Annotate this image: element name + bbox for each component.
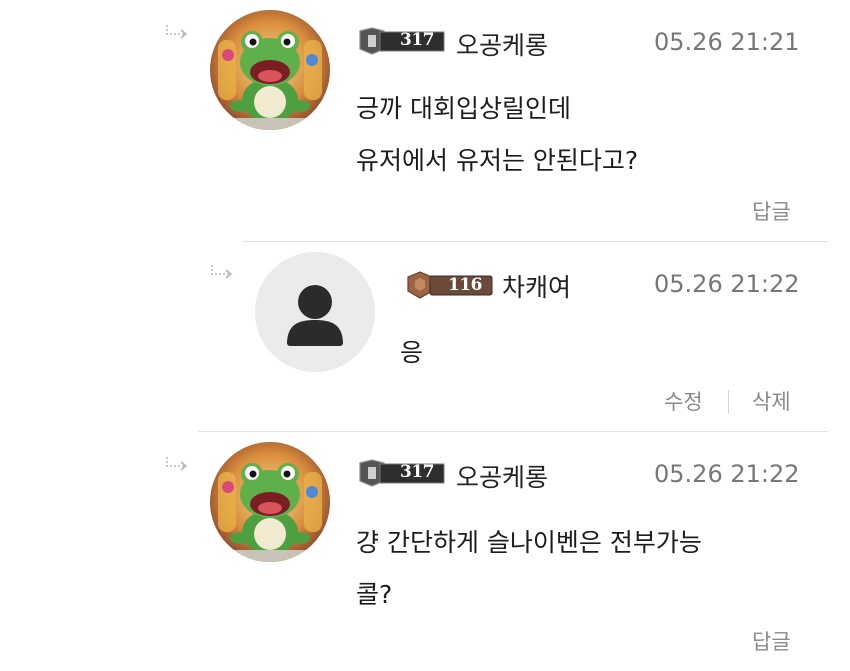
comment-text-line: 응 <box>400 338 424 367</box>
nickname[interactable]: 오공케롱 <box>456 458 548 494</box>
reply-button[interactable]: 답글 <box>752 626 791 656</box>
nickname[interactable]: 차캐여 <box>502 268 571 304</box>
delete-button[interactable]: 삭제 <box>752 386 791 416</box>
comment-text-line: 콜? <box>356 580 393 609</box>
avatar[interactable] <box>255 252 375 372</box>
timestamp: 05.26 21:22 <box>654 460 800 488</box>
level-number: 317 <box>400 30 435 50</box>
comment-text-line: 긍까 대회입상릴인데 <box>356 94 571 123</box>
edit-button[interactable]: 수정 <box>664 386 703 416</box>
timestamp: 05.26 21:21 <box>654 28 800 56</box>
nickname[interactable]: 오공케롱 <box>456 26 548 62</box>
level-badge: 116 <box>406 271 496 299</box>
avatar[interactable] <box>210 442 330 562</box>
comment-text-line: 유저에서 유저는 안된다고? <box>356 146 639 175</box>
comment-item: 317 오공케롱 05.26 21:21 긍까 대회입상릴인데 유저에서 유저는… <box>0 0 850 240</box>
avatar[interactable] <box>210 10 330 130</box>
level-badge: 317 <box>358 459 448 487</box>
level-badge: 317 <box>358 27 448 55</box>
frog-avatar-icon <box>210 442 330 562</box>
reply-button[interactable]: 답글 <box>752 196 791 226</box>
comment-item: 317 오공케롱 05.26 21:22 걍 간단하게 슬나이벤은 전부가능 콜… <box>0 432 850 671</box>
user-silhouette-icon <box>255 252 375 372</box>
frog-avatar-icon <box>210 10 330 130</box>
reply-arrow-icon <box>166 457 188 471</box>
action-separator <box>728 390 729 414</box>
timestamp: 05.26 21:22 <box>654 270 800 298</box>
reply-arrow-icon <box>211 265 233 279</box>
reply-arrow-icon <box>166 25 188 39</box>
comment-item: 116 차캐여 05.26 21:22 응 수정 삭제 <box>0 242 850 432</box>
comment-text-line: 걍 간단하게 슬나이벤은 전부가능 <box>356 528 702 557</box>
level-number: 116 <box>448 275 483 295</box>
level-number: 317 <box>400 462 435 482</box>
